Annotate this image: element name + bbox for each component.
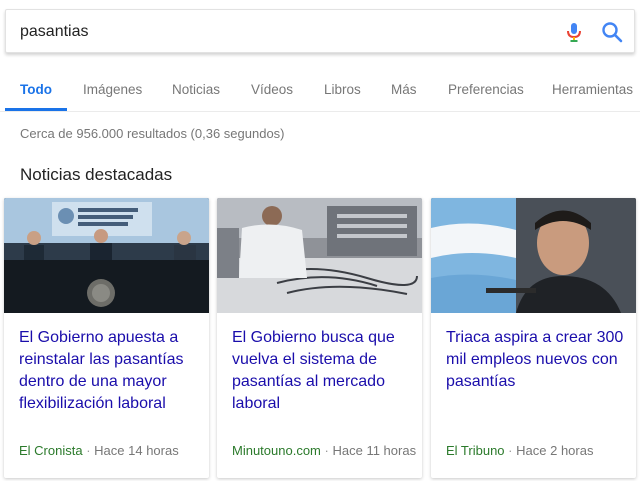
tab-herramientas[interactable]: Herramientas xyxy=(552,82,633,97)
active-tab-indicator xyxy=(5,108,67,111)
search-icon[interactable] xyxy=(600,20,624,44)
news-source: Minutouno.com xyxy=(232,443,321,458)
tab-mas[interactable]: Más xyxy=(391,82,417,97)
tab-imagenes[interactable]: Imágenes xyxy=(83,82,142,97)
news-source: El Tribuno xyxy=(446,443,505,458)
news-card-footer: El Tribuno · Hace 2 horas xyxy=(446,443,593,458)
news-card[interactable]: El Gobierno apuesta a reinstalar las pas… xyxy=(4,198,209,478)
news-card-title[interactable]: El Gobierno busca que vuelva el sistema … xyxy=(232,327,412,415)
news-card-footer: Minutouno.com · Hace 11 horas xyxy=(232,443,416,458)
news-thumbnail[interactable] xyxy=(217,198,422,313)
news-card-title[interactable]: Triaca aspira a crear 300 mil empleos nu… xyxy=(446,327,626,393)
tab-noticias[interactable]: Noticias xyxy=(172,82,220,97)
news-card[interactable]: Triaca aspira a crear 300 mil empleos nu… xyxy=(431,198,636,478)
search-tabs: Todo Imágenes Noticias Vídeos Libros Más… xyxy=(0,65,640,112)
news-time: Hace 11 horas xyxy=(332,443,417,458)
news-card-title[interactable]: El Gobierno apuesta a reinstalar las pas… xyxy=(19,327,199,415)
tab-preferencias[interactable]: Preferencias xyxy=(448,82,524,97)
news-card-footer: El Cronista · Hace 14 horas xyxy=(19,443,179,458)
news-card[interactable]: El Gobierno busca que vuelva el sistema … xyxy=(217,198,422,478)
microphone-icon[interactable] xyxy=(563,21,585,43)
news-time: Hace 2 horas xyxy=(516,443,594,458)
news-thumbnail[interactable] xyxy=(431,198,636,313)
top-stories-heading: Noticias destacadas xyxy=(20,165,173,184)
news-source: El Cronista xyxy=(19,443,83,458)
news-thumbnail[interactable] xyxy=(4,198,209,313)
result-stats: Cerca de 956.000 resultados (0,36 segund… xyxy=(20,126,285,141)
tab-todo[interactable]: Todo xyxy=(20,82,52,97)
separator: · xyxy=(324,443,329,458)
tab-videos[interactable]: Vídeos xyxy=(251,82,293,97)
tab-libros[interactable]: Libros xyxy=(324,82,361,97)
separator: · xyxy=(508,443,513,458)
search-box[interactable] xyxy=(5,9,635,53)
search-input[interactable] xyxy=(20,21,520,43)
separator: · xyxy=(86,443,91,458)
news-time: Hace 14 horas xyxy=(94,443,179,458)
